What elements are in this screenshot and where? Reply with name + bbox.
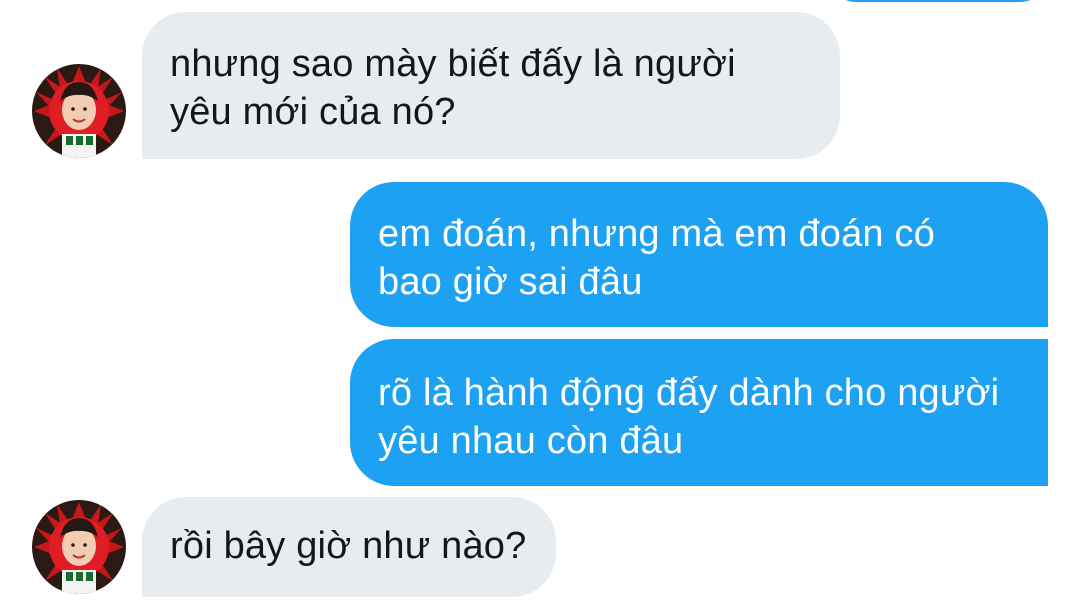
incoming-message-bubble[interactable]: rồi bây giờ như nào? xyxy=(142,497,556,597)
message-thread: nhưng sao mày biết đấy là người yêu mới … xyxy=(0,0,1080,614)
profile-photo-icon xyxy=(32,500,126,594)
partial-message-bubble[interactable] xyxy=(828,0,1048,2)
outgoing-message-bubble[interactable]: em đoán, nhưng mà em đoán có bao giờ sai… xyxy=(350,182,1048,327)
message-text-line: nhưng sao mày biết đấy là người xyxy=(170,43,736,85)
message-text-line: em đoán, nhưng mà em đoán có xyxy=(378,213,936,255)
avatar[interactable] xyxy=(32,500,126,594)
avatar[interactable] xyxy=(32,64,126,158)
message-text-line: bao giờ sai đâu xyxy=(378,261,643,303)
message-text-line: yêu mới của nó? xyxy=(170,91,456,133)
message-text-line: rồi bây giờ như nào? xyxy=(170,525,527,567)
incoming-message-bubble[interactable]: nhưng sao mày biết đấy là người yêu mới … xyxy=(142,12,840,159)
outgoing-message-bubble[interactable]: rõ là hành động đấy dành cho người yêu n… xyxy=(350,339,1048,486)
message-text-line: rõ là hành động đấy dành cho người xyxy=(378,372,1000,414)
profile-photo-icon xyxy=(32,64,126,158)
message-text-line: yêu nhau còn đâu xyxy=(378,420,684,462)
